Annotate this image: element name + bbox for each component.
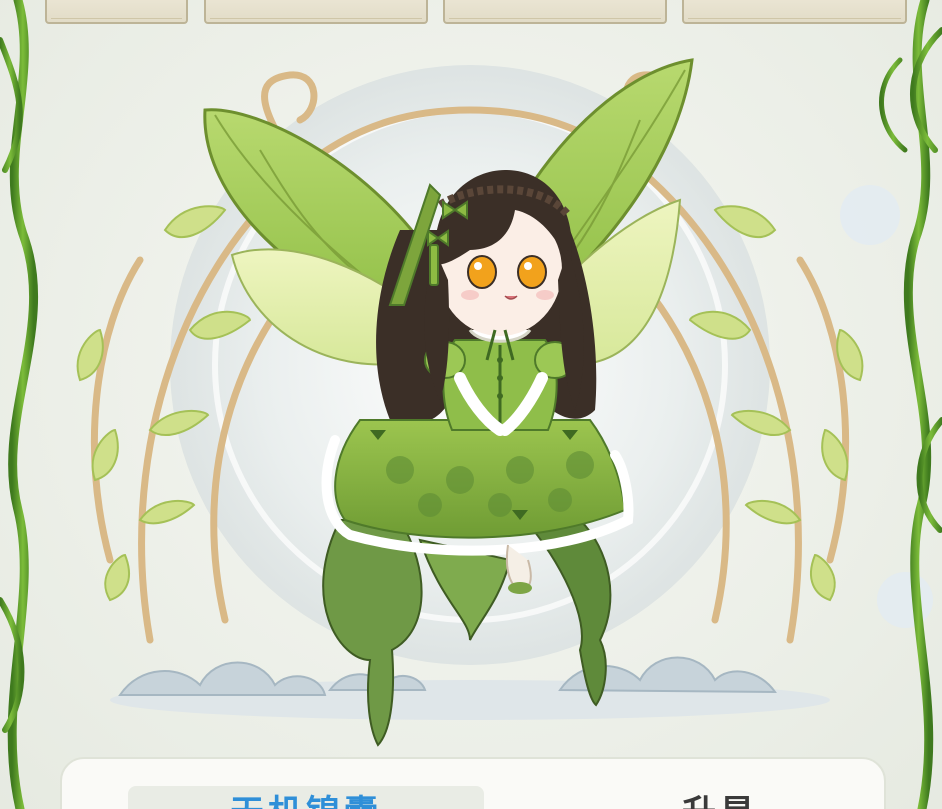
character-showcase bbox=[0, 0, 942, 809]
tab-skill-bag-label: 天机锦囊 bbox=[128, 796, 484, 809]
game-screen: 天机锦囊 升星 bbox=[0, 0, 942, 809]
right-vine bbox=[879, 0, 942, 809]
left-vine bbox=[0, 0, 39, 809]
tab-star-up[interactable]: 升星 bbox=[620, 796, 820, 809]
ground-clouds bbox=[110, 656, 830, 720]
tab-skill-bag[interactable]: 天机锦囊 bbox=[128, 786, 484, 809]
